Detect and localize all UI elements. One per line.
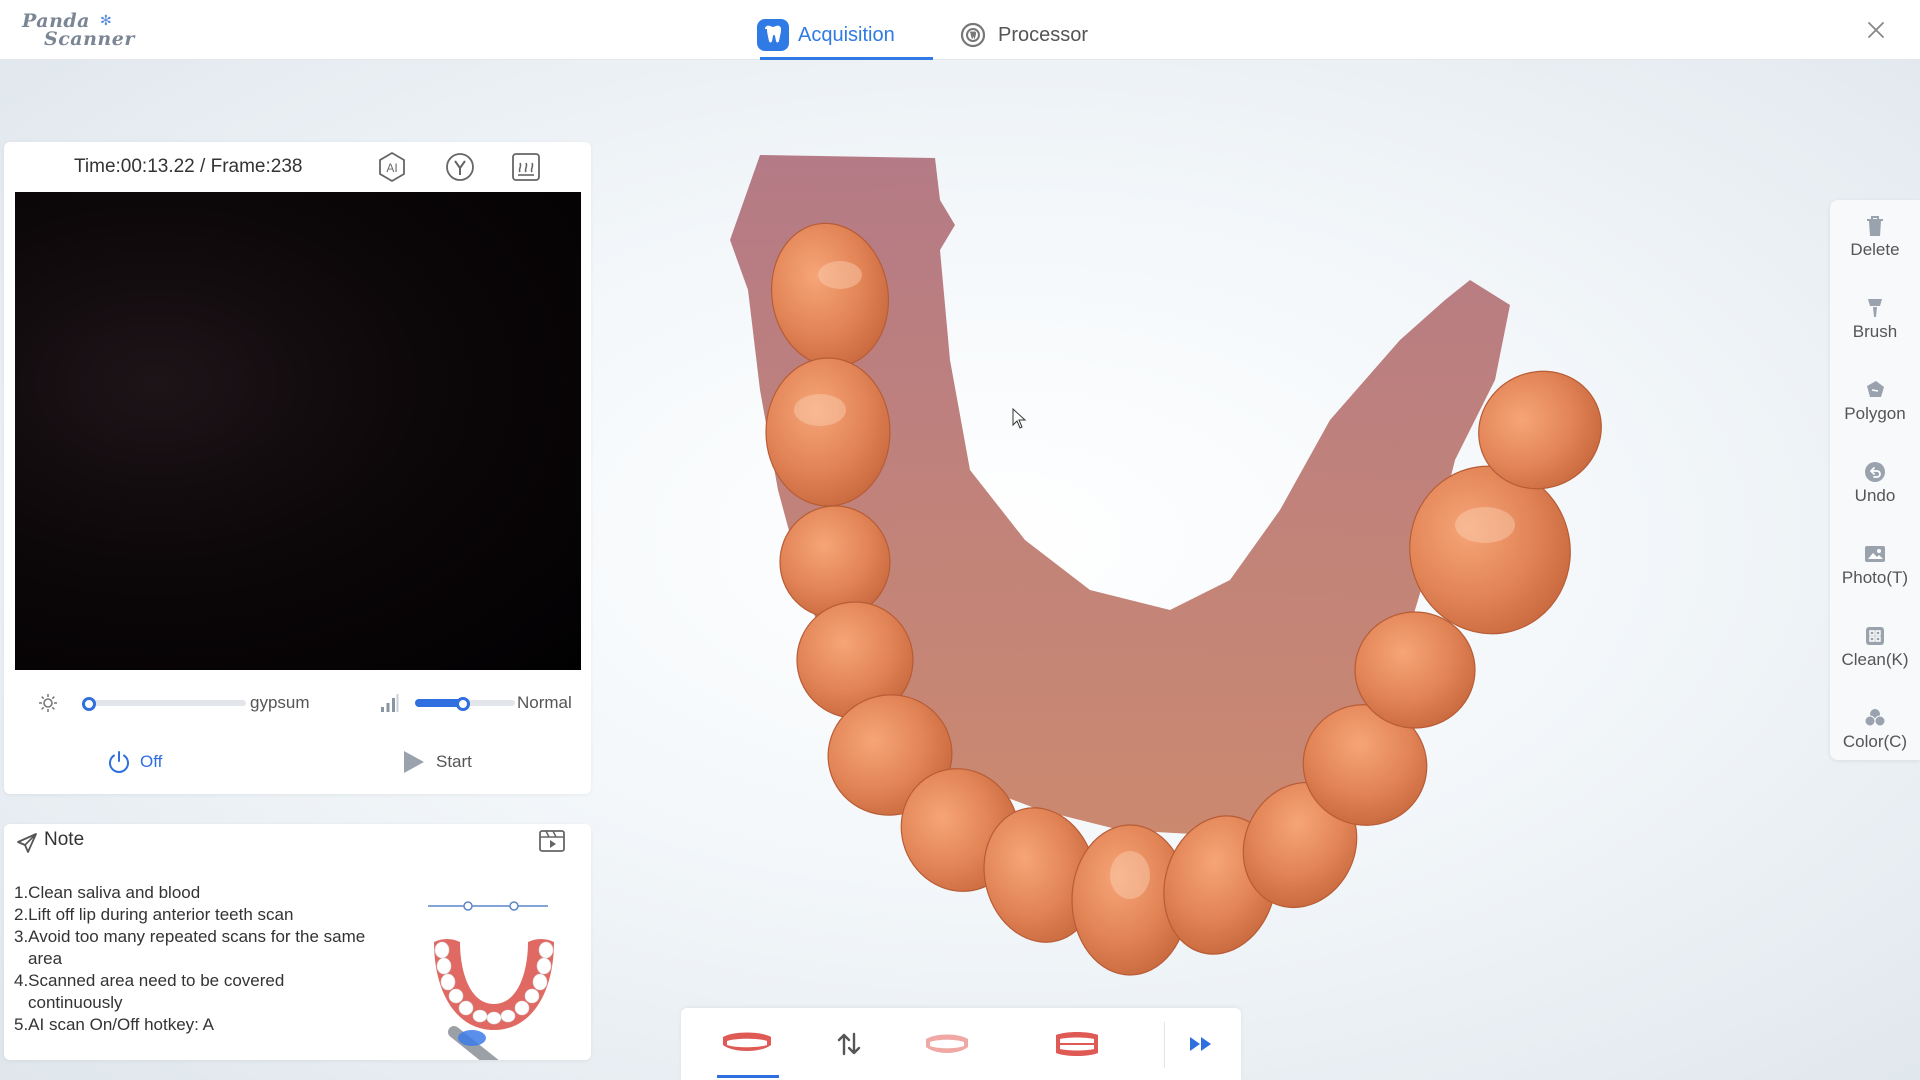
app-logo: Panda ✻ Scanner (20, 8, 134, 52)
ai-scan-icon: AI (379, 151, 405, 183)
right-toolbar: Delete Brush Polygon Undo Photo(T) Clean… (1830, 200, 1920, 760)
power-icon (109, 751, 129, 773)
tab-acquisition[interactable]: Acquisition (756, 10, 895, 60)
fast-forward-icon (1190, 1037, 1211, 1051)
photo-icon (1865, 546, 1885, 562)
polygon-label: Polygon (1844, 404, 1906, 423)
signal-icon (381, 694, 399, 712)
tooth-tab-icon (756, 18, 790, 52)
undo-label: Undo (1854, 486, 1896, 505)
brush-icon (1868, 299, 1882, 317)
tab-processor-label: Processor (998, 23, 1089, 46)
active-jaw-indicator (717, 1075, 779, 1078)
swap-jaws-button[interactable] (809, 1016, 889, 1072)
brightness-slider-knob[interactable] (82, 697, 96, 711)
polygon-button[interactable]: Polygon (1830, 370, 1920, 440)
note-title: Note (44, 829, 85, 850)
color-icon (1864, 709, 1886, 727)
active-tab-indicator (760, 57, 933, 60)
time-frame-readout: Time:00:13.22 / Frame:238 (74, 156, 303, 177)
quality-slider-row: Normal (364, 688, 591, 718)
play-icon (404, 751, 424, 773)
note-item: 5.AI scan On/Off hotkey: A (14, 1015, 215, 1034)
polygon-icon (1867, 381, 1884, 397)
processor-tab-icon (956, 18, 990, 52)
top-bar: Panda ✻ Scanner Acquisition Processor (0, 0, 1920, 60)
note-panel: Note 1.Clean saliva and blood 2.Lift off… (4, 824, 591, 1060)
scan-3d-view[interactable] (640, 140, 1650, 1000)
quality-slider-knob[interactable] (456, 697, 470, 711)
trash-icon (1867, 216, 1883, 236)
clean-label: Clean(K) (1841, 650, 1909, 669)
close-window-button[interactable] (1864, 18, 1888, 42)
start-scan-label: Start (436, 752, 472, 771)
bite-icon (1056, 1032, 1098, 1056)
tab-processor[interactable]: Processor (956, 10, 1088, 60)
quality-label: Normal (517, 693, 572, 712)
video-icon (539, 830, 565, 852)
heating-toggle[interactable] (510, 151, 542, 183)
close-icon (1868, 22, 1884, 38)
camera-header: Time:00:13.22 / Frame:238 AI (4, 142, 591, 192)
brush-button[interactable]: Brush (1830, 288, 1920, 358)
svg-text:AI: AI (386, 161, 397, 175)
bottom-jaw-toolbar (681, 1008, 1241, 1080)
photo-button[interactable]: Photo(T) (1830, 534, 1920, 604)
color-button[interactable]: Color(C) (1830, 698, 1920, 768)
upper-jaw-icon (723, 1032, 771, 1051)
y-mode-icon (446, 153, 474, 181)
note-item: 3.Avoid too many repeated scans for the … (14, 927, 366, 968)
undo-button[interactable]: Undo (1830, 452, 1920, 522)
swap-jaws-icon (837, 1032, 861, 1056)
scan-path-illustration (428, 901, 554, 1060)
logo-text-line2: Scanner (44, 28, 135, 50)
next-step-button[interactable] (1161, 1016, 1241, 1072)
camera-preview (15, 192, 581, 670)
send-icon (17, 833, 37, 853)
brightness-slider[interactable] (84, 700, 246, 706)
bite-button[interactable] (1037, 1016, 1117, 1072)
delete-label: Delete (1850, 240, 1900, 259)
undo-icon (1865, 462, 1885, 482)
delete-button[interactable]: Delete (1830, 206, 1920, 276)
paw-icon: ✻ (100, 12, 112, 28)
brightness-label: gypsum (250, 693, 310, 712)
clean-button[interactable]: Clean(K) (1830, 616, 1920, 686)
lower-jaw-icon (926, 1034, 968, 1053)
note-list: 1.Clean saliva and blood 2.Lift off lip … (14, 882, 374, 1036)
lower-jaw-button[interactable] (907, 1016, 987, 1072)
tab-acquisition-label: Acquisition (798, 23, 895, 46)
mouse-cursor-icon (1012, 408, 1027, 429)
brightness-icon (39, 694, 57, 712)
photo-label: Photo(T) (1841, 568, 1909, 587)
y-mode-toggle[interactable] (444, 151, 476, 183)
brightness-slider-row: gypsum (4, 688, 310, 718)
camera-panel: Time:00:13.22 / Frame:238 AI gypsum Norm… (4, 142, 591, 794)
tutorial-video-button[interactable] (538, 828, 566, 854)
clean-icon (1866, 627, 1884, 645)
heating-icon (512, 153, 540, 181)
note-item: 4.Scanned area need to be covered contin… (14, 971, 285, 1012)
brush-label: Brush (1852, 322, 1898, 341)
color-label: Color(C) (1842, 732, 1908, 751)
note-item: 1.Clean saliva and blood (14, 883, 201, 902)
power-off-label: Off (140, 752, 163, 771)
note-item: 2.Lift off lip during anterior teeth sca… (14, 905, 294, 924)
power-off-button[interactable]: Off (106, 744, 162, 780)
ai-scan-toggle[interactable]: AI (376, 151, 408, 183)
start-scan-button[interactable]: Start (400, 744, 472, 780)
upper-jaw-button[interactable] (707, 1016, 787, 1072)
